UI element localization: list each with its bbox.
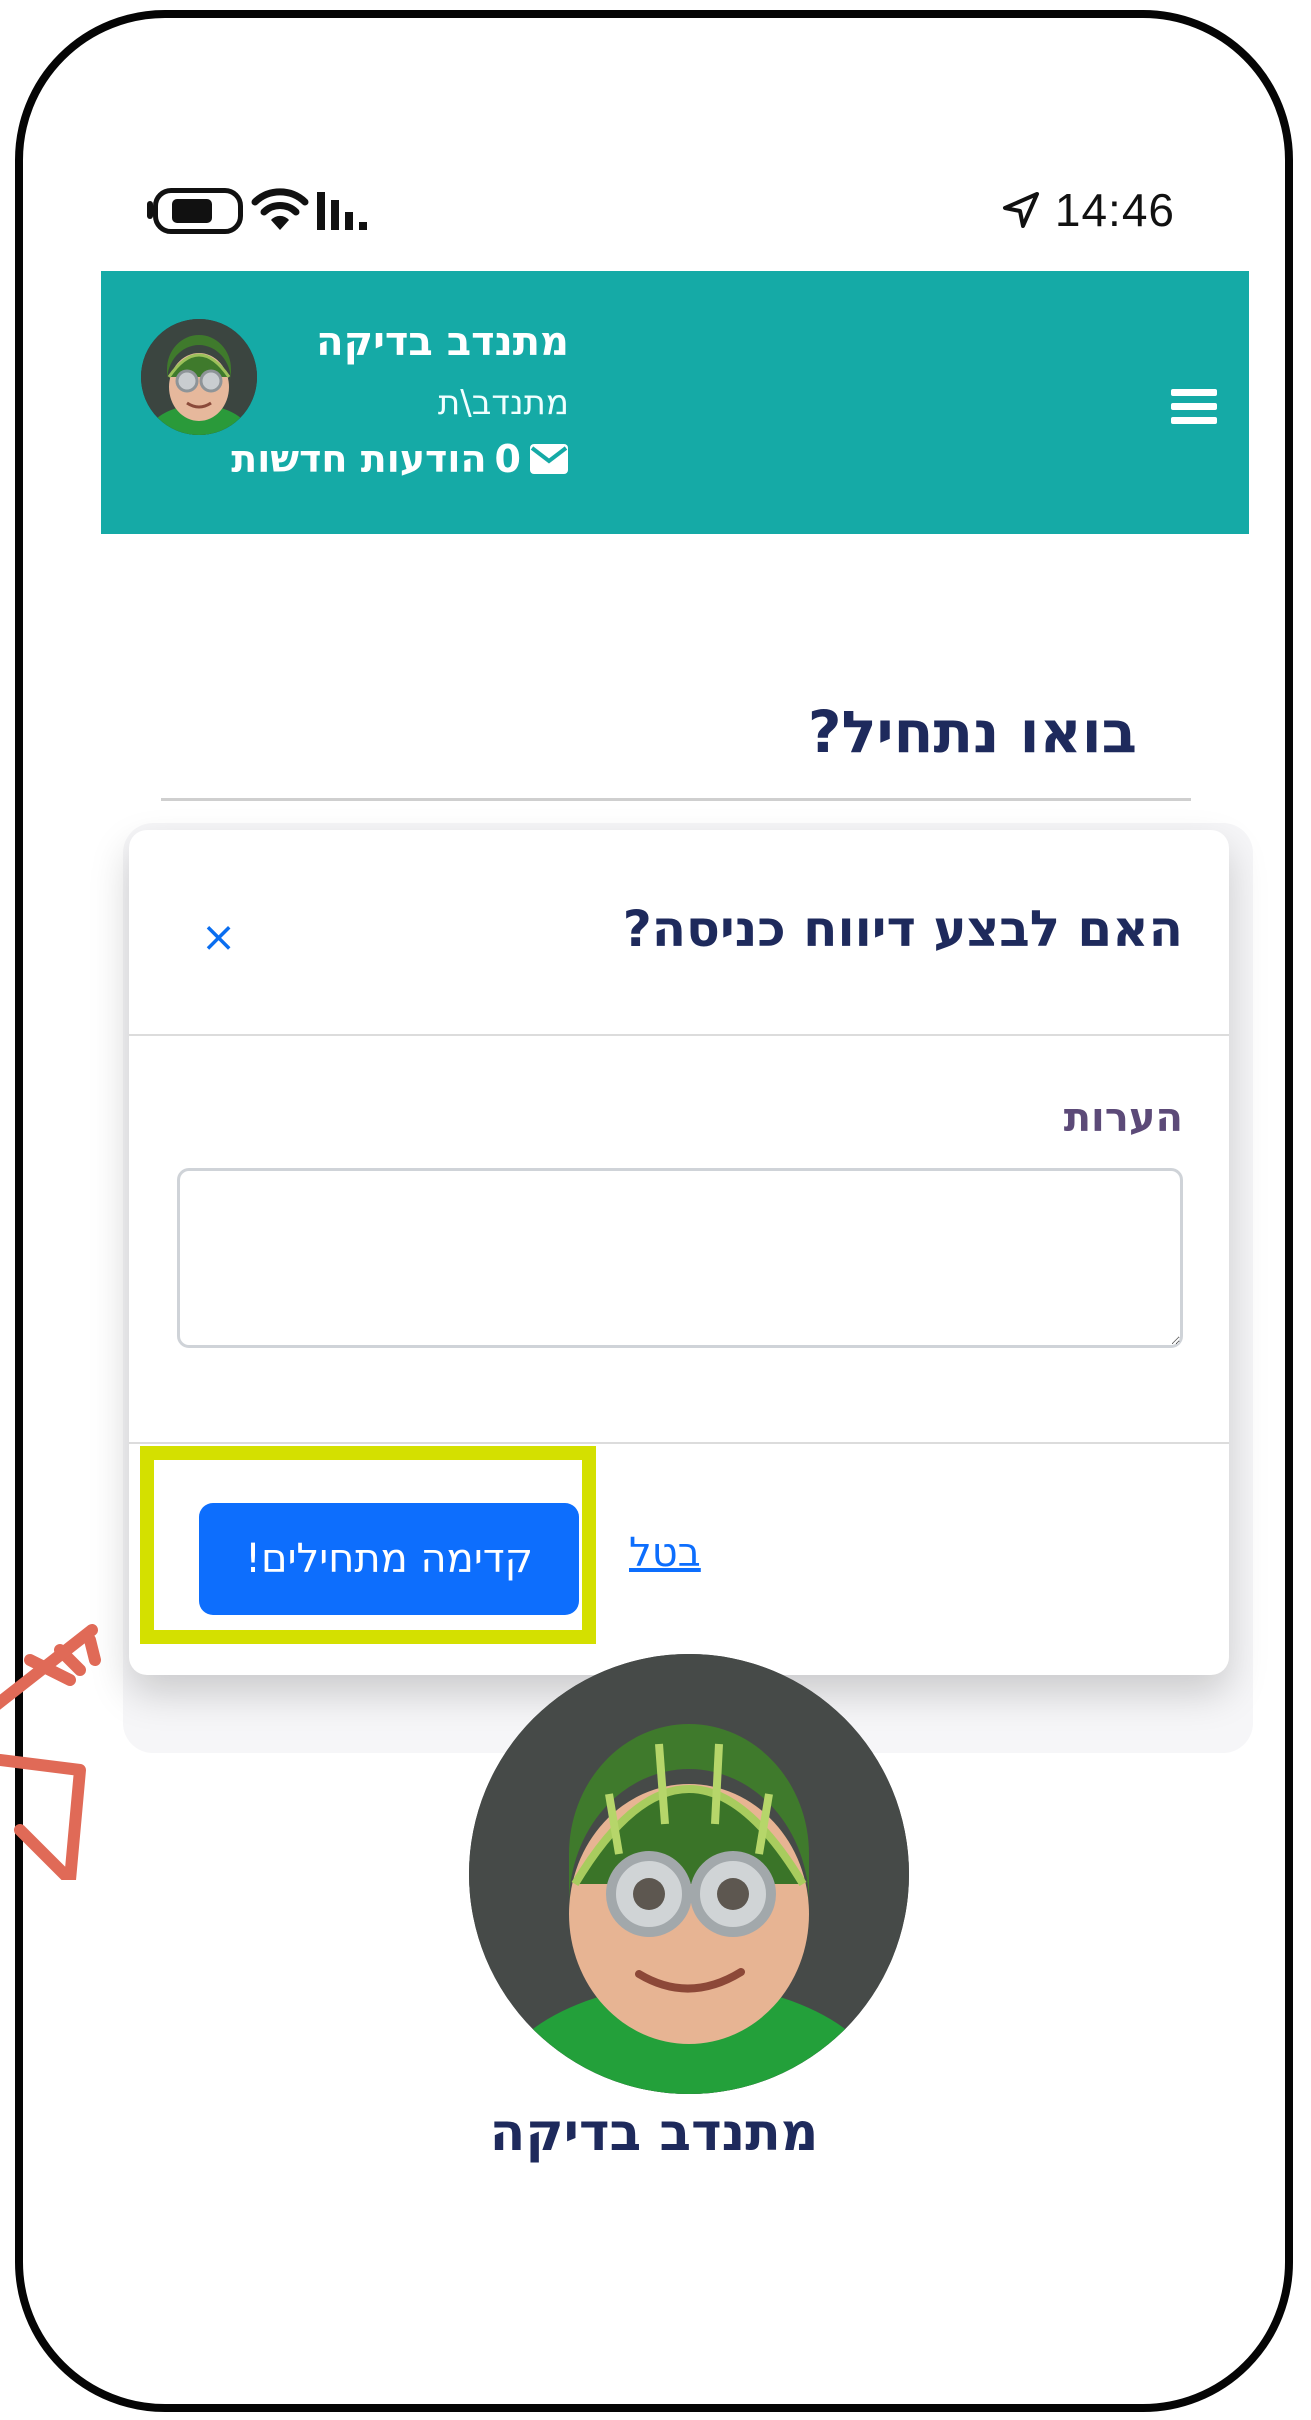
user-name: מתנדב בדיקה bbox=[316, 319, 569, 365]
modal-footer-divider bbox=[129, 1442, 1229, 1444]
envelope-icon bbox=[530, 444, 568, 474]
profile-avatar-image bbox=[469, 1654, 909, 2094]
messages-count: 0 bbox=[494, 437, 521, 481]
header-avatar[interactable] bbox=[141, 319, 257, 435]
wifi-icon bbox=[251, 188, 309, 230]
status-time: 14:46 bbox=[1054, 184, 1175, 236]
app-header: מתנדב בדיקה מתנדב\ת 0 הודעות חדשות bbox=[101, 271, 1249, 534]
title-divider bbox=[161, 798, 1191, 801]
notes-textarea[interactable] bbox=[177, 1168, 1183, 1348]
user-role: מתנדב\ת bbox=[437, 383, 569, 423]
phone-frame: 14:46 מתנדב בדיקה מתנדב\ת 0 הודעות חדשות… bbox=[15, 10, 1293, 2412]
status-time-group: 14:46 bbox=[1001, 178, 1175, 242]
battery-icon bbox=[153, 188, 243, 234]
page-title: בואו נתחיל? bbox=[807, 698, 1137, 766]
messages-indicator[interactable]: 0 הודעות חדשות bbox=[231, 437, 569, 481]
notes-label: הערות bbox=[1063, 1095, 1183, 1141]
highlight-annotation bbox=[140, 1446, 596, 1644]
cancel-link[interactable]: בטל bbox=[629, 1530, 701, 1576]
modal-header-divider bbox=[129, 1034, 1229, 1036]
modal-title: האם לבצע דיווח כניסה? bbox=[622, 900, 1183, 958]
profile-avatar bbox=[469, 1654, 909, 2094]
profile-name: מתנדב בדיקה bbox=[489, 2103, 819, 2163]
location-arrow-icon bbox=[1002, 192, 1039, 228]
signal-icon bbox=[317, 192, 367, 230]
pointer-arrow-annotation bbox=[0, 1624, 101, 1880]
avatar-image bbox=[141, 319, 257, 435]
status-bar: 14:46 bbox=[23, 18, 1285, 268]
close-icon[interactable]: × bbox=[201, 912, 236, 961]
menu-hamburger-icon[interactable] bbox=[1171, 389, 1217, 425]
messages-label: הודעות חדשות bbox=[231, 437, 487, 481]
